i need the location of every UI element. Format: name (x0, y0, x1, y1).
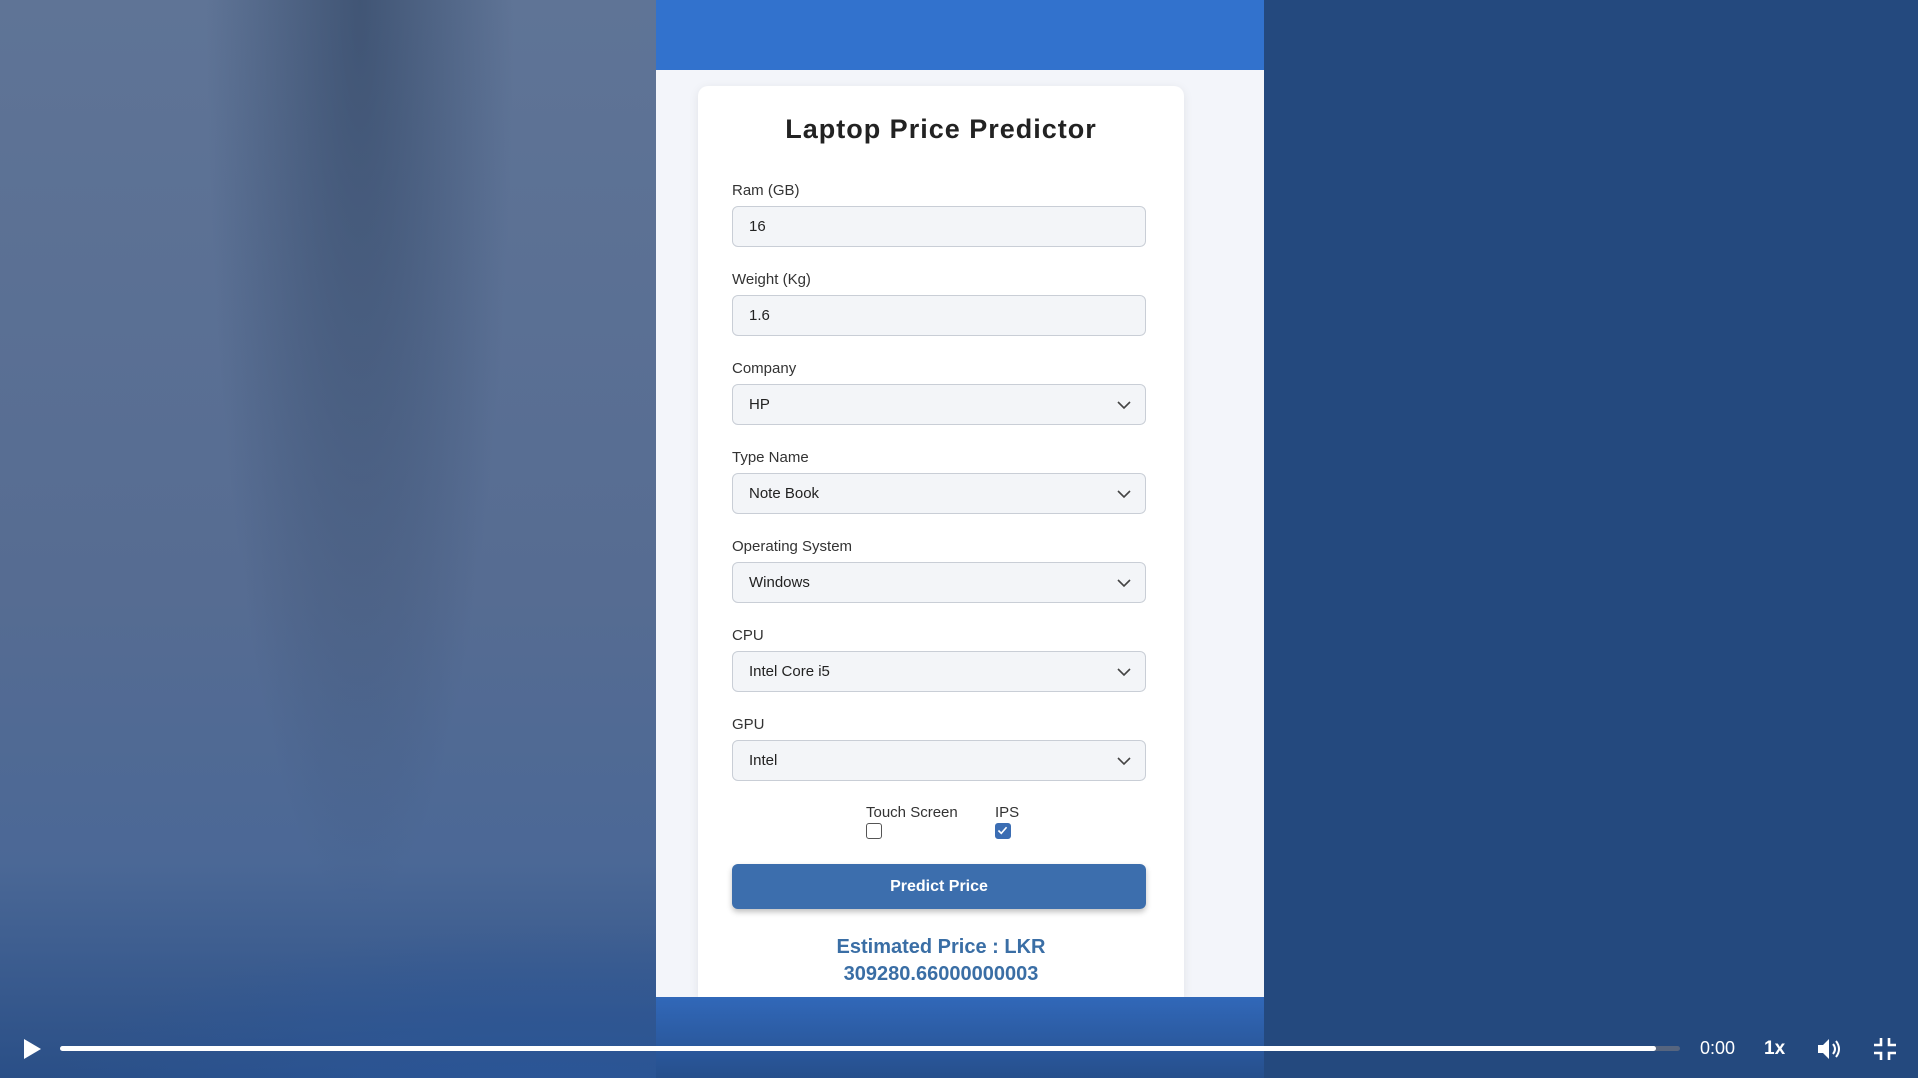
os-select-value: Windows (749, 574, 810, 591)
chevron-down-icon (1117, 579, 1131, 588)
gpu-select[interactable]: Intel (732, 740, 1146, 781)
playback-speed-button[interactable]: 1x (1764, 1038, 1785, 1060)
time-display: 0:00 (1700, 1038, 1736, 1058)
type-name-select[interactable]: Note Book (732, 473, 1146, 514)
gpu-select-value: Intel (749, 752, 778, 769)
checkmark-icon (997, 826, 1008, 835)
cpu-select[interactable]: Intel Core i5 (732, 651, 1146, 692)
chevron-down-icon (1117, 490, 1131, 499)
weight-input[interactable]: 1.6 (732, 295, 1146, 336)
type-name-label: Type Name (732, 449, 809, 466)
type-name-select-value: Note Book (749, 485, 820, 502)
estimated-price-label: Estimated Price : LKR (836, 936, 1046, 958)
predict-price-button[interactable]: Predict Price (732, 864, 1146, 909)
os-label: Operating System (732, 538, 853, 555)
gpu-label: GPU (732, 716, 765, 733)
company-select[interactable]: HP (732, 384, 1146, 425)
page-title: Laptop Price Predictor (785, 114, 1097, 144)
ips-checkbox[interactable] (995, 823, 1011, 839)
ram-label: Ram (GB) (732, 182, 800, 199)
progress-fill (60, 1046, 1656, 1051)
chevron-down-icon (1117, 401, 1131, 410)
weight-label: Weight (Kg) (732, 271, 811, 288)
os-select[interactable]: Windows (732, 562, 1146, 603)
play-icon[interactable] (20, 1037, 44, 1061)
predictor-card: Laptop Price Predictor Ram (GB) 16 Weigh… (698, 86, 1184, 997)
touch-screen-label: Touch Screen (866, 804, 958, 821)
video-background-right (1264, 0, 1918, 1078)
estimated-price: Estimated Price : LKR 309280.66000000003 (698, 934, 1184, 988)
cpu-label: CPU (732, 627, 764, 644)
video-controls: 0:00 1x (0, 1020, 1918, 1078)
cpu-select-value: Intel Core i5 (749, 663, 830, 680)
estimated-price-value: 309280.66000000003 (843, 963, 1039, 985)
ram-input[interactable]: 16 (732, 206, 1146, 247)
progress-bar[interactable] (60, 1046, 1680, 1051)
ips-label: IPS (995, 804, 1020, 821)
chevron-down-icon (1117, 668, 1131, 677)
company-select-value: HP (749, 396, 770, 413)
exit-fullscreen-icon[interactable] (1872, 1036, 1898, 1062)
chevron-down-icon (1117, 757, 1131, 766)
touch-screen-checkbox[interactable] (866, 823, 882, 839)
volume-icon[interactable] (1815, 1035, 1843, 1063)
company-label: Company (732, 360, 797, 377)
app-header-bar (656, 0, 1264, 70)
phone-screen: Laptop Price Predictor Ram (GB) 16 Weigh… (656, 0, 1264, 1078)
